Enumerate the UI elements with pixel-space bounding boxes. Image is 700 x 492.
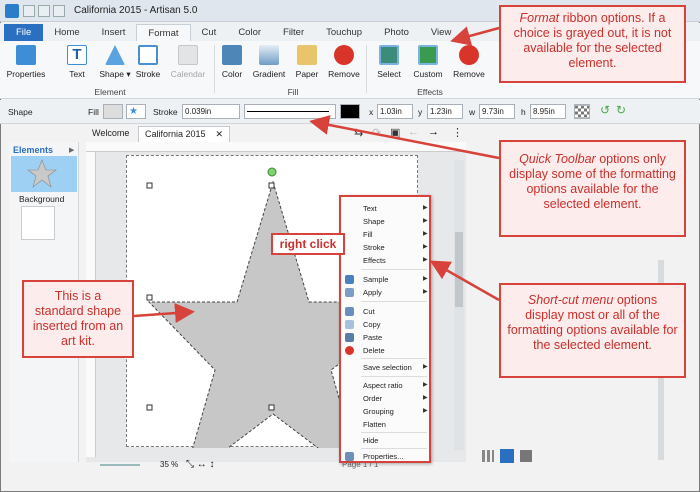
quick-toolbar-arrow	[309, 115, 500, 160]
shape-callout-arrow	[133, 303, 195, 324]
format-callout-arrow	[450, 26, 500, 46]
callout-arrows	[133, 26, 500, 324]
shortcut-menu-arrow	[429, 260, 500, 302]
